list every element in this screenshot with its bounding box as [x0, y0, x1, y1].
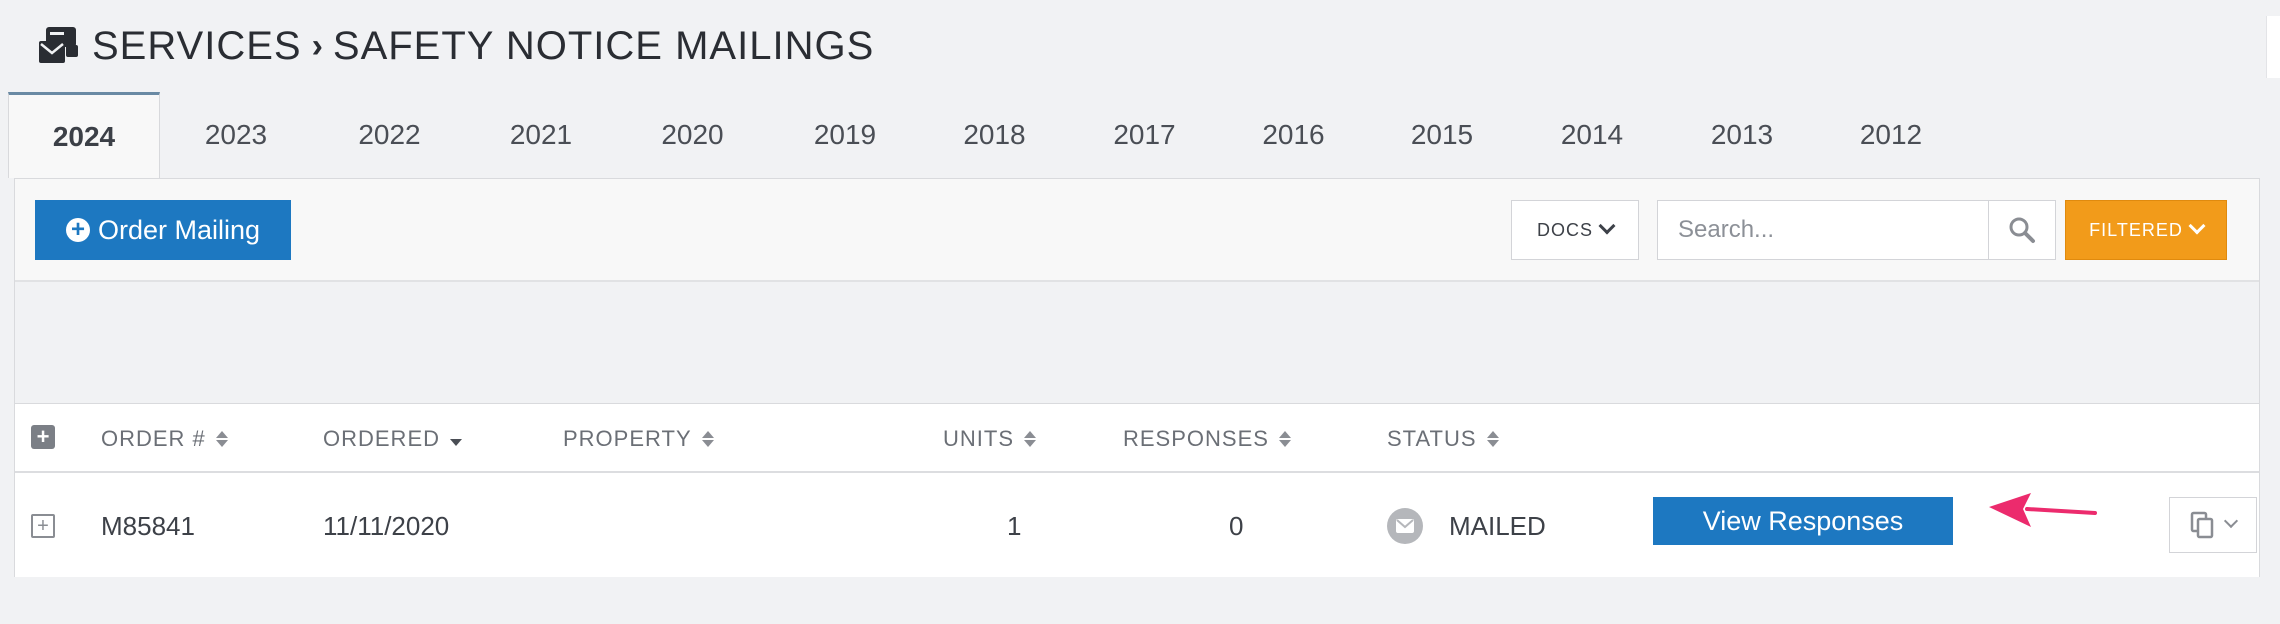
- column-responses[interactable]: RESPONSES: [1123, 405, 1291, 473]
- tab-2022[interactable]: 2022: [312, 92, 467, 178]
- order-mailing-button[interactable]: + Order Mailing: [35, 200, 291, 260]
- tab-2019[interactable]: 2019: [770, 92, 920, 178]
- column-ordered[interactable]: ORDERED: [323, 405, 463, 473]
- view-responses-button[interactable]: View Responses: [1653, 497, 1953, 545]
- table-row: + M85841 11/11/2020 1 0 MAILED View Resp…: [15, 475, 2259, 577]
- plus-circle-icon: +: [65, 218, 90, 242]
- chevron-down-icon: [1598, 217, 1616, 235]
- docs-dropdown[interactable]: DOCS: [1511, 200, 1639, 260]
- row-actions-dropdown[interactable]: [2169, 497, 2257, 553]
- status-label: MAILED: [1449, 510, 1546, 541]
- filtered-label: FILTERED: [2089, 219, 2183, 240]
- tab-2018[interactable]: 2018: [920, 92, 1069, 178]
- expand-all-icon[interactable]: +: [31, 425, 55, 449]
- sort-icon: [1024, 431, 1036, 447]
- page-title: SAFETY NOTICE MAILINGS: [332, 23, 875, 68]
- column-order[interactable]: ORDER #: [101, 405, 228, 473]
- sort-icon: [701, 431, 714, 447]
- tab-2016[interactable]: 2016: [1220, 92, 1367, 178]
- search-button[interactable]: [1988, 200, 2056, 260]
- sort-icon: [1486, 431, 1499, 447]
- breadcrumb-separator-icon: ›: [311, 26, 323, 65]
- sort-icon: [215, 431, 228, 447]
- breadcrumb-section[interactable]: SERVICES: [92, 24, 302, 69]
- column-status-label: STATUS: [1387, 426, 1477, 451]
- toolbar: + Order Mailing DOCS FILTERED: [15, 179, 2259, 282]
- docs-label: DOCS: [1536, 219, 1593, 240]
- annotation-arrow-icon: [1989, 493, 2097, 527]
- tab-2015[interactable]: 2015: [1367, 92, 1517, 178]
- tab-2020[interactable]: 2020: [615, 92, 770, 178]
- column-property-label: PROPERTY: [563, 426, 692, 451]
- filtered-dropdown[interactable]: FILTERED: [2065, 200, 2227, 260]
- mailbox-icon: [39, 27, 78, 63]
- year-tabs: 2024 2023 2022 2021 2020 2019 2018 2017 …: [8, 92, 1965, 178]
- cell-ordered: 11/11/2020: [323, 510, 450, 541]
- tab-2021[interactable]: 2021: [467, 92, 615, 178]
- column-order-label: ORDER #: [101, 426, 206, 451]
- cell-units: 1: [1007, 510, 1022, 541]
- tab-2023[interactable]: 2023: [160, 92, 312, 178]
- cell-responses: 0: [1229, 510, 1244, 541]
- breadcrumb: SERVICES › SAFETY NOTICE MAILINGS: [36, 18, 874, 74]
- cell-status: MAILED: [1387, 475, 1546, 577]
- cell-order: M85841: [101, 510, 195, 541]
- column-status[interactable]: STATUS: [1387, 405, 1499, 473]
- chevron-down-icon: [2188, 217, 2206, 235]
- sort-descending-icon: [450, 438, 463, 446]
- column-units-label: UNITS: [943, 426, 1014, 451]
- envelope-icon: [1387, 508, 1423, 544]
- expand-row-icon[interactable]: +: [31, 514, 55, 538]
- tab-2013[interactable]: 2013: [1667, 92, 1817, 178]
- copy-icon: [2190, 511, 2214, 539]
- column-units[interactable]: UNITS: [943, 405, 1036, 473]
- order-mailing-label: Order Mailing: [97, 214, 261, 245]
- filter-summary-area: [15, 282, 2259, 404]
- side-panel-toggle[interactable]: [2266, 16, 2280, 78]
- column-property[interactable]: PROPERTY: [563, 405, 714, 473]
- tab-2017[interactable]: 2017: [1069, 92, 1220, 178]
- search-input[interactable]: [1657, 200, 1989, 260]
- search-icon: [2009, 217, 2035, 243]
- tab-2014[interactable]: 2014: [1517, 92, 1667, 178]
- column-responses-label: RESPONSES: [1123, 426, 1269, 451]
- tab-2024[interactable]: 2024: [8, 92, 160, 178]
- tab-2012[interactable]: 2012: [1817, 92, 1965, 178]
- column-ordered-label: ORDERED: [323, 426, 441, 451]
- sort-icon: [1278, 431, 1291, 447]
- mailings-panel: + Order Mailing DOCS FILTERED + ORDER # …: [14, 178, 2260, 577]
- table-header: + ORDER # ORDERED PROPERTY UNITS RESPONS…: [15, 405, 2259, 473]
- chevron-down-icon: [2223, 513, 2239, 529]
